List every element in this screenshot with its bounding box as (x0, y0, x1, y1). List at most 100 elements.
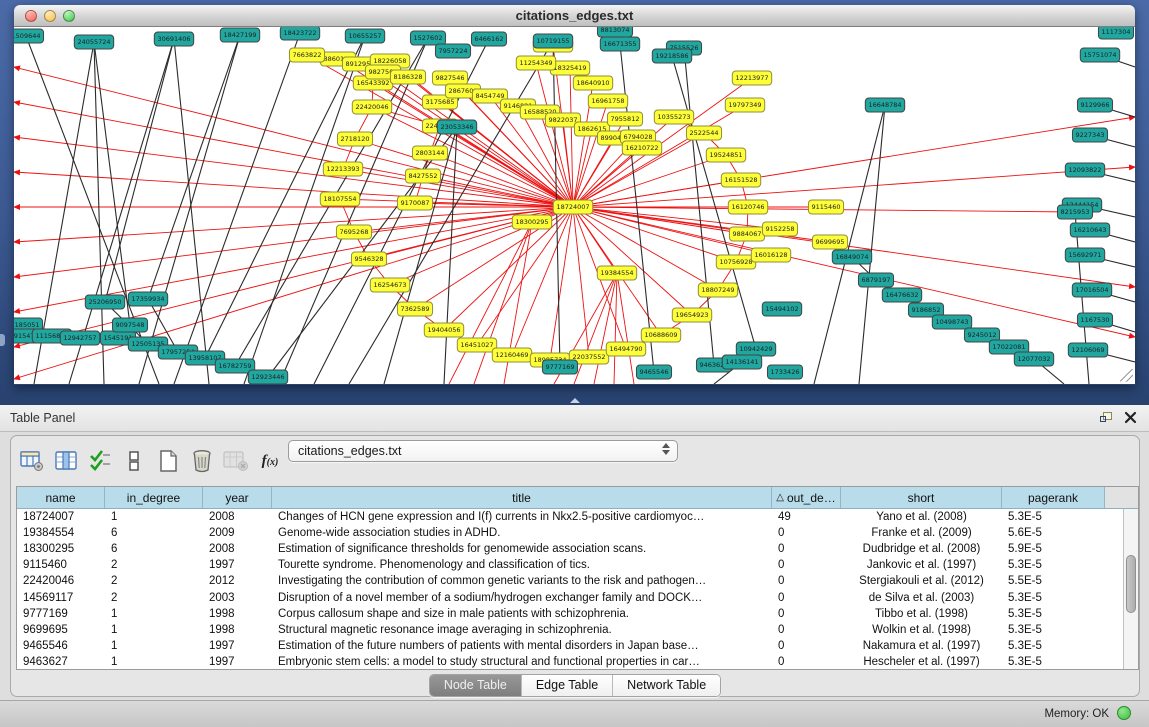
graph-node[interactable]: 19218586 (652, 49, 691, 63)
graph-node[interactable]: 17016504 (1072, 283, 1111, 297)
table-cell[interactable]: 0 (772, 575, 841, 587)
table-cell[interactable]: Yano et al. (2008) (841, 511, 1002, 523)
table-selector[interactable]: citations_edges.txt (288, 440, 678, 462)
table-cell[interactable]: Genome-wide association studies in ADHD. (272, 527, 772, 539)
graph-node[interactable]: 7663822 (289, 48, 324, 62)
table-row[interactable]: 946362711997Embryonic stem cells: a mode… (17, 654, 1138, 670)
graph-node[interactable]: 23053346 (437, 120, 476, 134)
table-cell[interactable]: 1 (105, 640, 203, 652)
graph-node[interactable]: 16210643 (1070, 223, 1109, 237)
table-cell[interactable]: 5.5E-5 (1002, 575, 1105, 587)
create-table-icon[interactable] (153, 447, 183, 475)
table-cell[interactable]: 2008 (203, 543, 272, 555)
column-header-short[interactable]: short (841, 487, 1002, 508)
table-cell[interactable]: 2003 (203, 592, 272, 604)
table-cell[interactable]: 9699695 (17, 624, 105, 636)
graph-node[interactable]: 7362589 (397, 302, 432, 316)
graph-node[interactable]: 10719155 (533, 34, 572, 48)
graph-node[interactable]: 10942429 (736, 342, 775, 356)
graph-node[interactable]: 2803144 (412, 146, 447, 160)
graph-node[interactable]: 16151528 (721, 173, 760, 187)
graph-node[interactable]: 18640910 (573, 76, 612, 90)
table-cell[interactable]: 1998 (203, 624, 272, 636)
graph-node[interactable]: 2522544 (686, 126, 721, 140)
graph-node[interactable]: 9827546 (432, 71, 467, 85)
table-cell[interactable]: 2008 (203, 511, 272, 523)
table-cell[interactable]: 2009 (203, 527, 272, 539)
table-cell[interactable]: 1997 (203, 559, 272, 571)
graph-node[interactable]: 18807249 (698, 283, 737, 297)
graph-node[interactable]: 10756928 (716, 255, 755, 269)
table-row[interactable]: 2242004622012Investigating the contribut… (17, 573, 1138, 589)
table-row[interactable]: 946554611997Estimation of the future num… (17, 638, 1138, 654)
graph-node[interactable]: 9097548 (112, 318, 147, 332)
graph-node[interactable]: 19654923 (672, 308, 711, 322)
table-cell[interactable]: 49 (772, 511, 841, 523)
table-cell[interactable]: 1998 (203, 608, 272, 620)
graph-node[interactable]: 11254349 (516, 56, 555, 70)
vertical-scrollbar[interactable] (1123, 509, 1138, 670)
graph-node[interactable]: 15494102 (762, 302, 801, 316)
graph-node[interactable]: 16961758 (588, 94, 627, 108)
table-cell[interactable]: Hescheler et al. (1997) (841, 656, 1002, 668)
table-cell[interactable]: 5.3E-5 (1002, 592, 1105, 604)
graph-node[interactable]: 9129966 (1077, 98, 1112, 112)
graph-node[interactable]: 25206950 (85, 295, 124, 309)
column-header-title[interactable]: title (272, 487, 772, 508)
table-cell[interactable]: Tourette syndrome. Phenomenology and cla… (272, 559, 772, 571)
graph-node[interactable]: 7955812 (607, 112, 642, 126)
graph-node[interactable]: 15692971 (1065, 248, 1104, 262)
table-cell[interactable]: Investigating the contribution of common… (272, 575, 772, 587)
window-resize-grip[interactable] (1120, 369, 1133, 382)
graph-node[interactable]: 16210722 (622, 141, 661, 155)
graph-node[interactable]: 8215953 (1057, 205, 1092, 219)
network-canvas[interactable]: 1872400788601288912954182260581654339222… (14, 27, 1135, 384)
graph-node[interactable]: 18300295 (512, 215, 551, 229)
graph-node[interactable]: 9152258 (762, 222, 797, 236)
graph-node[interactable]: 9170087 (397, 196, 432, 210)
tab-network-table[interactable]: Network Table (613, 675, 720, 696)
table-cell[interactable]: 5.3E-5 (1002, 656, 1105, 668)
graph-node[interactable]: 18325419 (550, 61, 589, 75)
table-cell[interactable]: 2 (105, 575, 203, 587)
table-cell[interactable]: 1997 (203, 640, 272, 652)
table-row[interactable]: 977716911998Corpus callosum shape and si… (17, 606, 1138, 622)
table-cell[interactable]: 9463627 (17, 656, 105, 668)
table-cell[interactable]: 5.3E-5 (1002, 559, 1105, 571)
graph-node[interactable]: 16494790 (606, 342, 645, 356)
tab-edge-table[interactable]: Edge Table (522, 675, 613, 696)
graph-node[interactable]: 18427199 (220, 28, 259, 42)
table-row[interactable]: 1830029562008Estimation of significance … (17, 541, 1138, 557)
table-cell[interactable]: 19384554 (17, 527, 105, 539)
column-header-pagerank[interactable]: pagerank (1002, 487, 1105, 508)
graph-node[interactable]: 6879197 (858, 273, 893, 287)
graph-node[interactable]: 10355273 (654, 110, 693, 124)
table-cell[interactable]: Corpus callosum shape and size in male p… (272, 608, 772, 620)
table-cell[interactable]: 9115460 (17, 559, 105, 571)
table-row[interactable]: 1456911722003Disruption of a novel membe… (17, 589, 1138, 605)
graph-node[interactable]: 18724007 (553, 200, 592, 214)
graph-node[interactable]: 10655257 (345, 29, 384, 43)
graph-node[interactable]: 8427552 (405, 169, 440, 183)
table-cell[interactable]: 5.3E-5 (1002, 511, 1105, 523)
table-row[interactable]: 911546021997Tourette syndrome. Phenomeno… (17, 557, 1138, 573)
table-cell[interactable]: 0 (772, 592, 841, 604)
table-cell[interactable]: Embryonic stem cells: a model to study s… (272, 656, 772, 668)
graph-node[interactable]: 1117304 (1098, 27, 1133, 39)
graph-node[interactable]: 30691406 (154, 32, 193, 46)
table-cell[interactable]: Estimation of the future numbers of pati… (272, 640, 772, 652)
graph-node[interactable]: 9699695 (812, 235, 847, 249)
graph-node[interactable]: 1509644 (14, 29, 44, 43)
graph-node[interactable]: 12077032 (1014, 352, 1053, 366)
graph-node[interactable]: 7695268 (336, 225, 371, 239)
panel-splitter-arrow[interactable] (570, 398, 580, 403)
table-cell[interactable]: 0 (772, 543, 841, 555)
graph-node[interactable]: 19797349 (725, 98, 764, 112)
table-cell[interactable]: 1 (105, 624, 203, 636)
float-panel-icon[interactable] (1100, 412, 1113, 424)
function-builder-icon[interactable]: f(x) (255, 447, 285, 475)
graph-node[interactable]: 12213977 (732, 71, 771, 85)
graph-node[interactable]: 17359934 (128, 292, 167, 306)
table-cell[interactable]: Dudbridge et al. (2008) (841, 543, 1002, 555)
table-cell[interactable]: de Silva et al. (2003) (841, 592, 1002, 604)
